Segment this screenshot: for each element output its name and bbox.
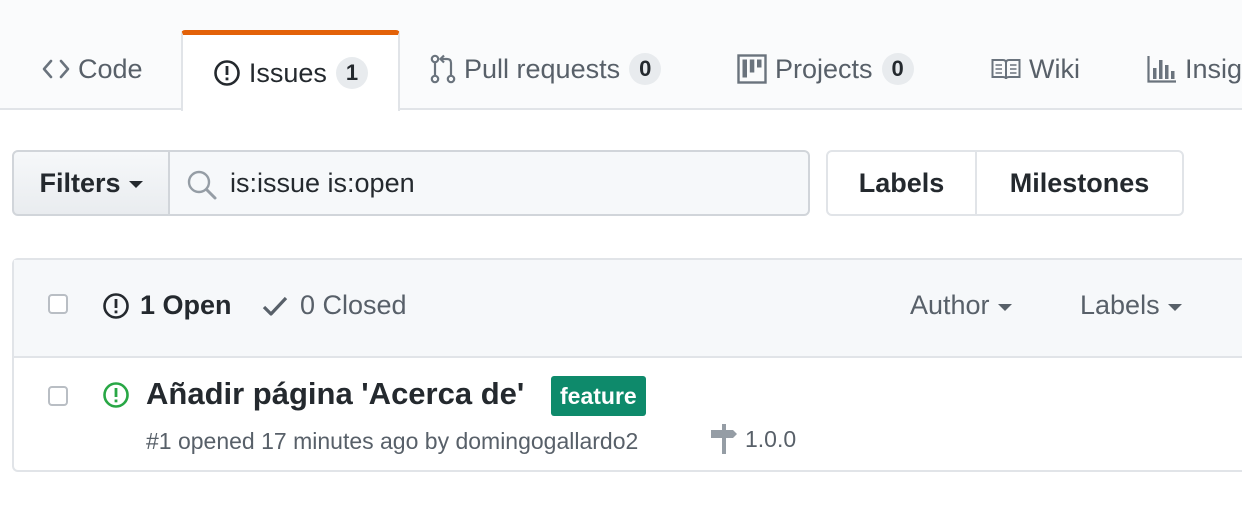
tab-pull-requests[interactable]: Pull requests 0	[430, 30, 662, 108]
issue-open-status-icon	[103, 382, 129, 408]
milestone-label: 1.0.0	[745, 425, 797, 452]
filters-button[interactable]: Filters	[12, 150, 170, 216]
tab-wiki[interactable]: Wiki	[991, 30, 1080, 108]
filters-label: Filters	[39, 167, 121, 198]
caret-down-icon	[997, 303, 1012, 311]
tab-issues[interactable]: Issues 1	[181, 30, 400, 114]
search-icon	[187, 170, 217, 200]
tab-code[interactable]: Code	[42, 30, 143, 108]
projects-counter: 0	[881, 53, 914, 85]
tab-projects[interactable]: Projects 0	[737, 30, 914, 108]
tab-label: Code	[78, 53, 143, 84]
issues-list-header: 1 Open 0 Closed Author Labels	[14, 260, 1242, 358]
labels-dropdown-label: Labels	[1080, 290, 1160, 320]
milestone-icon	[711, 424, 737, 454]
code-icon	[42, 59, 70, 79]
repo-nav: Code Issues 1 Pull requests 0 Projects 0…	[0, 0, 1242, 114]
issue-title-link[interactable]: Añadir página 'Acerca de'	[146, 376, 524, 412]
tab-label: Pull requests	[464, 53, 621, 84]
book-icon	[991, 59, 1021, 80]
issue-opened-icon	[214, 60, 240, 86]
project-icon	[737, 54, 767, 84]
tab-label: Issues	[248, 57, 327, 88]
caret-down-icon	[1167, 303, 1182, 311]
milestones-button[interactable]: Milestones	[977, 152, 1182, 214]
issue-checkbox[interactable]	[48, 386, 68, 406]
labels-button[interactable]: Labels	[828, 152, 977, 214]
tab-label: Projects	[775, 53, 873, 84]
open-count-label: 1 Open	[140, 290, 232, 320]
git-pull-request-icon	[430, 54, 456, 84]
issues-counter: 1	[335, 57, 369, 89]
check-icon	[262, 296, 288, 316]
labels-dropdown[interactable]: Labels	[1080, 290, 1182, 321]
issues-list: 1 Open 0 Closed Author Labels Añadir pág…	[12, 258, 1242, 472]
issue-search-field	[170, 150, 810, 216]
issue-opened-icon	[103, 292, 129, 319]
graph-icon	[1147, 56, 1176, 83]
tab-insights[interactable]: Insig	[1147, 30, 1242, 108]
author-dropdown-label: Author	[910, 290, 990, 320]
closed-count-label: 0 Closed	[300, 290, 407, 320]
search-input[interactable]	[230, 162, 790, 204]
labels-milestones-group: Labels Milestones	[826, 150, 1184, 216]
open-issues-link[interactable]: 1 Open	[102, 290, 232, 321]
select-all-checkbox[interactable]	[48, 294, 68, 314]
closed-issues-link[interactable]: 0 Closed	[262, 290, 407, 321]
issue-row: Añadir página 'Acerca de' feature #1 ope…	[14, 358, 1242, 472]
author-dropdown[interactable]: Author	[910, 290, 1012, 321]
pull-requests-counter: 0	[629, 53, 662, 85]
tab-label: Wiki	[1029, 53, 1080, 84]
issue-label-badge[interactable]: feature	[551, 376, 646, 416]
tab-label: Insig	[1185, 53, 1242, 84]
issue-milestone-link[interactable]: 1.0.0	[710, 424, 796, 454]
caret-down-icon	[128, 181, 143, 188]
issue-meta: #1 opened 17 minutes ago by domingogalla…	[146, 428, 639, 454]
